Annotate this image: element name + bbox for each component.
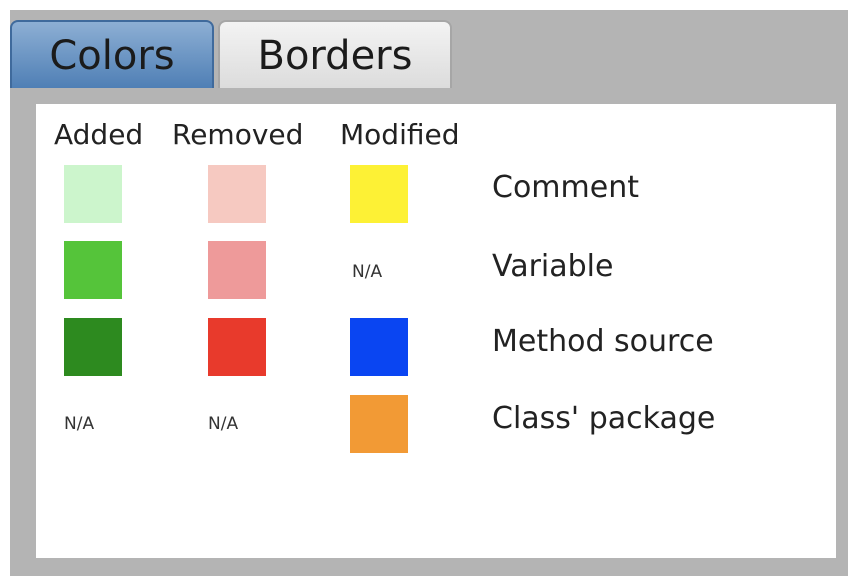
- column-header-added: Added: [54, 118, 144, 151]
- na-variable-modified: N/A: [352, 262, 383, 282]
- swatch-comment-removed[interactable]: [208, 165, 266, 223]
- column-header-modified: Modified: [340, 118, 460, 151]
- na-class-package-added: N/A: [64, 414, 95, 434]
- swatch-method-source-removed[interactable]: [208, 318, 266, 376]
- na-class-package-removed: N/A: [208, 414, 239, 434]
- row-label-class-package: Class' package: [492, 401, 716, 436]
- row-label-method-source: Method source: [492, 324, 714, 359]
- swatch-class-package-modified[interactable]: [350, 395, 408, 453]
- swatch-variable-added[interactable]: [64, 241, 122, 299]
- swatch-comment-added[interactable]: [64, 165, 122, 223]
- tab-bar: Colors Borders: [10, 12, 848, 90]
- column-header-removed: Removed: [172, 118, 304, 151]
- swatch-method-source-modified[interactable]: [350, 318, 408, 376]
- tab-borders[interactable]: Borders: [218, 20, 452, 88]
- swatch-comment-modified[interactable]: [350, 165, 408, 223]
- row-label-variable: Variable: [492, 249, 614, 284]
- color-settings-dialog: { "tabs": [ {"label": "Colors"}, {"label…: [0, 0, 848, 578]
- tab-colors[interactable]: Colors: [10, 20, 214, 88]
- row-label-comment: Comment: [492, 170, 639, 205]
- swatch-variable-removed[interactable]: [208, 241, 266, 299]
- swatch-method-source-added[interactable]: [64, 318, 122, 376]
- colors-panel: [36, 104, 836, 558]
